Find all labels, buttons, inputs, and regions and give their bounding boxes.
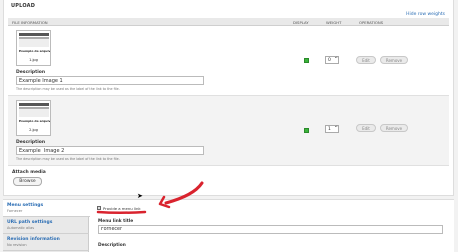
upload-fieldset: UPLOAD Hide row weights FILE INFORMATION… xyxy=(3,0,454,196)
description-input[interactable] xyxy=(16,146,204,155)
description-input[interactable] xyxy=(16,76,204,85)
browse-button[interactable]: Browse xyxy=(13,177,42,186)
tab-title: Menu settings xyxy=(7,203,44,208)
weight-select[interactable]: 1 xyxy=(325,125,339,133)
upload-table-header: FILE INFORMATION DISPLAY WEIGHT OPERATIO… xyxy=(8,18,449,26)
tab-title: Revision information xyxy=(7,237,60,242)
tab-summary: No revision xyxy=(7,243,27,247)
provide-menu-link-checkbox[interactable] xyxy=(97,206,101,210)
table-row: Exemplo de arquivo 2.jpg Description The… xyxy=(8,96,449,166)
image-thumbnail[interactable]: Exemplo de arquivo 1.jpg xyxy=(16,30,51,66)
column-operations: OPERATIONS xyxy=(359,20,384,25)
edit-button[interactable]: Edit xyxy=(356,124,376,132)
menu-link-title-label: Menu link title xyxy=(98,219,134,224)
display-checkbox[interactable] xyxy=(304,58,309,63)
menu-link-title-input[interactable] xyxy=(98,225,443,234)
vertical-tabs-list: Menu settings Fornecer URL path settings… xyxy=(3,200,90,252)
column-file-information: FILE INFORMATION xyxy=(12,20,48,25)
tab-summary: Automatic alias xyxy=(7,226,35,230)
remove-button[interactable]: Remove xyxy=(380,124,408,132)
description-hint: The description may be used as the label… xyxy=(16,157,120,161)
description-label: Description xyxy=(16,70,46,75)
column-display: DISPLAY xyxy=(293,20,309,25)
description-label: Description xyxy=(16,140,46,145)
column-weight: WEIGHT xyxy=(326,20,342,25)
vertical-tabs-panel: Menu settings Fornecer URL path settings… xyxy=(3,199,454,252)
thumbnail-filename[interactable]: 1.jpg xyxy=(17,58,50,62)
upload-title: UPLOAD xyxy=(11,3,36,9)
image-thumbnail[interactable]: Exemplo de arquivo 2.jpg xyxy=(16,100,51,136)
edit-button[interactable]: Edit xyxy=(356,56,376,64)
tab-title: URL path settings xyxy=(7,220,53,225)
description-hint: The description may be used as the label… xyxy=(16,87,120,91)
tab-url-path-settings[interactable]: URL path settings Automatic alias xyxy=(3,217,89,234)
provide-menu-link-label[interactable]: Provide a menu link xyxy=(103,206,141,211)
thumbnail-filename[interactable]: 2.jpg xyxy=(17,128,50,132)
mouse-cursor-icon: ➤ xyxy=(137,192,143,200)
menu-description-label: Description xyxy=(98,243,126,248)
thumbnail-image xyxy=(19,103,49,117)
hide-row-weights-link[interactable]: Hide row weights xyxy=(406,12,445,17)
thumbnail-image xyxy=(19,33,49,47)
attach-media-label: Attach media xyxy=(12,170,46,175)
remove-button[interactable]: Remove xyxy=(380,56,408,64)
tab-revision-information[interactable]: Revision information No revision xyxy=(3,234,89,251)
thumbnail-title: Exemplo de arquivo xyxy=(19,49,50,53)
display-checkbox[interactable] xyxy=(304,128,309,133)
weight-select[interactable]: 0 xyxy=(325,56,339,64)
thumbnail-title: Exemplo de arquivo xyxy=(19,119,50,123)
node-edit-form: UPLOAD Hide row weights FILE INFORMATION… xyxy=(0,0,458,252)
table-row: Exemplo de arquivo 1.jpg Description The… xyxy=(8,26,449,96)
tab-menu-settings[interactable]: Menu settings Fornecer xyxy=(3,200,90,217)
tab-summary: Fornecer xyxy=(7,209,23,213)
